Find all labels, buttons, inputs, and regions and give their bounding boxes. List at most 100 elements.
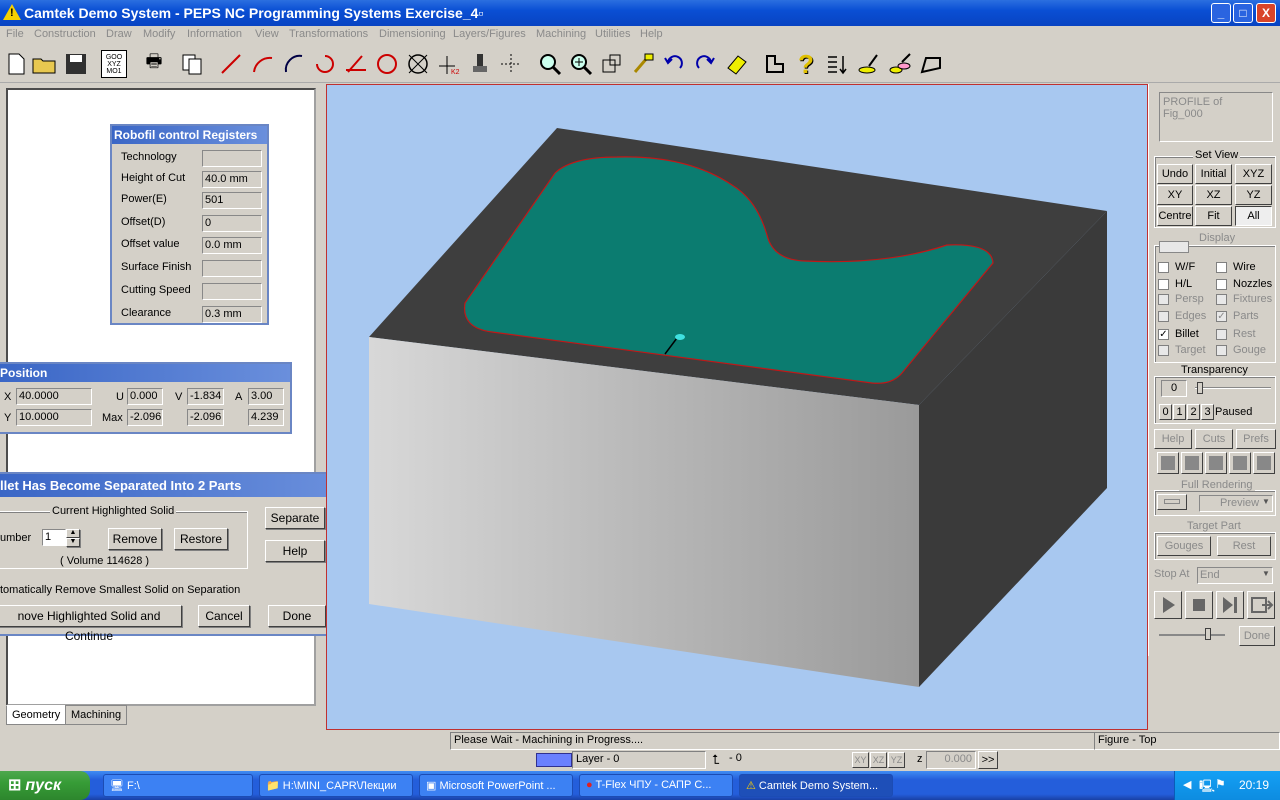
menu-draw[interactable]: Draw (106, 28, 132, 40)
yz-view-button[interactable]: YZ (1235, 185, 1272, 205)
level-2-button[interactable]: 2 (1187, 404, 1200, 420)
transparency-slider[interactable] (1195, 387, 1271, 389)
eraser-icon[interactable] (722, 50, 750, 78)
level-0-button[interactable]: 0 (1159, 404, 1172, 420)
transparency-slider-thumb[interactable] (1197, 382, 1203, 394)
grid-icon[interactable] (497, 50, 525, 78)
machine-icon-2[interactable] (886, 50, 914, 78)
menu-dimensioning[interactable]: Dimensioning (379, 28, 446, 40)
play-icon[interactable] (1154, 591, 1182, 619)
profile-icon[interactable] (761, 50, 789, 78)
maximize-button[interactable]: □ (1233, 3, 1253, 23)
list-sort-icon[interactable] (823, 50, 851, 78)
billet-checkbox[interactable]: ✓ (1158, 329, 1169, 340)
goo-xyz-icon[interactable]: GOO XYZ MO1 (101, 50, 127, 78)
menu-information[interactable]: Information (187, 28, 242, 40)
redo-icon[interactable] (691, 50, 719, 78)
machine-icon-1[interactable] (855, 50, 883, 78)
help-button[interactable]: Help (265, 540, 325, 562)
undo-view-button[interactable]: Undo (1157, 164, 1193, 184)
arc-icon[interactable] (249, 50, 277, 78)
tray-back-icon[interactable]: ◀ (1183, 778, 1191, 791)
done-panel-button[interactable]: Done (1239, 626, 1275, 646)
tab-machining[interactable]: Machining (65, 705, 128, 725)
speed-slider-thumb[interactable] (1205, 628, 1211, 640)
xz-plane-button[interactable]: XZ (870, 752, 887, 768)
help-panel-button[interactable]: Help (1154, 429, 1192, 449)
help-question-icon[interactable]: ? (792, 49, 820, 79)
tool-icon[interactable] (466, 50, 494, 78)
speed-slider[interactable] (1159, 634, 1225, 636)
angle-icon[interactable] (342, 50, 370, 78)
xyz-view-button[interactable]: XYZ (1235, 164, 1272, 184)
zoom-window-icon[interactable] (598, 50, 626, 78)
zoom-icon[interactable] (536, 50, 564, 78)
layer-swatch[interactable] (536, 753, 572, 767)
fit-view-button[interactable]: Fit (1195, 206, 1232, 226)
prefs-button[interactable]: Prefs (1236, 429, 1276, 449)
menu-file[interactable]: File (6, 28, 24, 40)
centre-view-button[interactable]: Centre (1157, 206, 1193, 226)
xz-view-button[interactable]: XZ (1195, 185, 1232, 205)
initial-view-button[interactable]: Initial (1195, 164, 1232, 184)
tray-network-icon[interactable]: 🖳 (1199, 777, 1215, 798)
hl-checkbox[interactable] (1158, 279, 1169, 290)
point-k2-icon[interactable]: K2 (435, 50, 463, 78)
close-button[interactable]: X (1256, 3, 1276, 23)
nozzles-checkbox[interactable] (1216, 279, 1227, 290)
stop-icon[interactable] (1185, 591, 1213, 619)
stop-at-chevron-down-icon[interactable]: ▼ (1262, 569, 1270, 578)
level-1-button[interactable]: 1 (1173, 404, 1186, 420)
rest-button[interactable]: Rest (1217, 536, 1271, 556)
menu-modify[interactable]: Modify (143, 28, 175, 40)
cancel-button[interactable]: Cancel (198, 605, 250, 627)
render-shaded-icon[interactable] (1157, 452, 1179, 474)
wire-checkbox[interactable] (1216, 262, 1227, 273)
number-stepper[interactable]: 1 (42, 529, 66, 546)
menu-layers-figures[interactable]: Layers/Figures (453, 28, 526, 40)
copy-icon[interactable] (178, 50, 206, 78)
tab-geometry[interactable]: Geometry (6, 705, 67, 725)
menu-machining[interactable]: Machining (536, 28, 586, 40)
remove-button[interactable]: Remove (108, 528, 162, 550)
restore-button[interactable]: Restore (174, 528, 228, 550)
cross-circle-icon[interactable] (404, 50, 432, 78)
gouges-button[interactable]: Gouges (1157, 536, 1211, 556)
menu-help[interactable]: Help (640, 28, 663, 40)
xy-view-button[interactable]: XY (1157, 185, 1193, 205)
remove-continue-button[interactable]: nove Highlighted Solid and Continue (0, 605, 182, 643)
render-mode-2-icon[interactable] (1181, 452, 1203, 474)
done-button[interactable]: Done (268, 605, 326, 627)
circle-icon[interactable] (373, 50, 401, 78)
render-mode-3-icon[interactable] (1205, 452, 1227, 474)
start-button[interactable]: ⊞ пуск (0, 771, 90, 800)
menu-transformations[interactable]: Transformations (289, 28, 368, 40)
print-icon[interactable]: 🖶 (140, 50, 168, 78)
render-mode-4-icon[interactable] (1229, 452, 1251, 474)
stepper-down-icon[interactable]: ▼ (66, 538, 80, 547)
tray-language-icon[interactable]: ⚑ (1215, 777, 1226, 791)
separate-button[interactable]: Separate (265, 507, 325, 529)
step-icon[interactable] (1216, 591, 1244, 619)
menu-construction[interactable]: Construction (34, 28, 96, 40)
all-view-button[interactable]: All (1235, 206, 1272, 226)
wf-checkbox[interactable] (1158, 262, 1169, 273)
task-f-drive[interactable]: 🖥 F:\ (103, 774, 253, 797)
full-render-icon[interactable] (1157, 494, 1187, 510)
tangent-arc-icon[interactable] (280, 50, 308, 78)
menu-view[interactable]: View (255, 28, 279, 40)
preview-chevron-down-icon[interactable]: ▼ (1262, 497, 1270, 506)
paint-icon[interactable] (629, 50, 657, 78)
line-icon[interactable] (217, 50, 245, 78)
xy-plane-button[interactable]: XY (852, 752, 869, 768)
menu-utilities[interactable]: Utilities (595, 28, 630, 40)
undo-icon[interactable] (660, 50, 688, 78)
new-icon[interactable] (2, 50, 30, 78)
task-folder[interactable]: 📁 H:\MINI_CAPR\Лекции (259, 774, 413, 797)
stepper-up-icon[interactable]: ▲ (66, 529, 80, 538)
cuts-button[interactable]: Cuts (1195, 429, 1233, 449)
task-camtek[interactable]: ⚠ Camtek Demo System... (739, 774, 893, 797)
open-icon[interactable] (31, 50, 59, 78)
clock[interactable]: 20:19 (1239, 778, 1269, 792)
z-value-field[interactable]: 0.000 (926, 751, 976, 769)
